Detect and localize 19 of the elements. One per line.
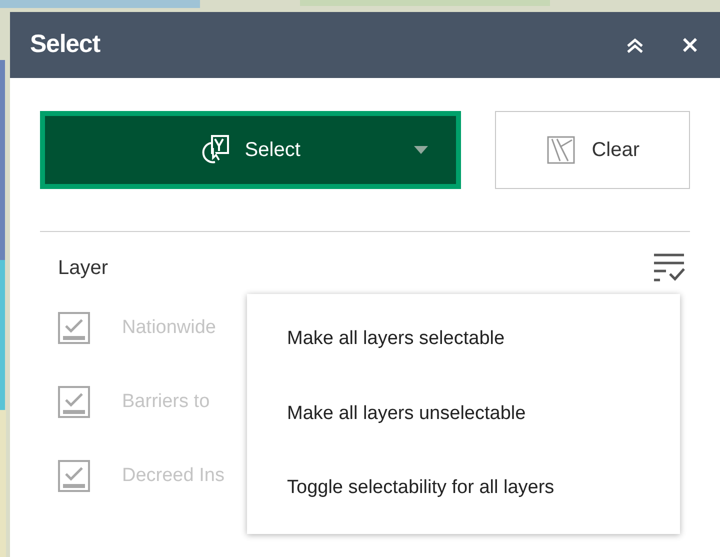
select-button[interactable]: Select <box>40 111 462 189</box>
filter-list-icon[interactable] <box>652 252 686 284</box>
layer-name: Barriers to <box>122 390 210 414</box>
checkbox[interactable] <box>58 386 90 418</box>
menu-item[interactable]: Make all layers unselectable <box>247 400 680 428</box>
clear-selection-icon <box>546 134 576 166</box>
layer-name: Decreed Ins <box>122 464 224 488</box>
close-icon[interactable] <box>682 37 698 53</box>
layer-heading: Layer <box>58 256 108 281</box>
layer-name: Nationwide <box>122 316 216 340</box>
select-tool-icon <box>200 134 231 166</box>
menu-item[interactable]: Toggle selectability for all layers <box>247 474 680 503</box>
checkbox[interactable] <box>58 312 90 344</box>
clear-button[interactable]: Clear <box>495 111 690 189</box>
collapse-icon[interactable] <box>626 37 644 53</box>
dropdown-caret-icon <box>414 146 428 154</box>
checkbox[interactable] <box>58 460 90 492</box>
menu-item[interactable]: Make all layers selectable <box>247 325 680 354</box>
panel-title: Select <box>30 29 100 60</box>
